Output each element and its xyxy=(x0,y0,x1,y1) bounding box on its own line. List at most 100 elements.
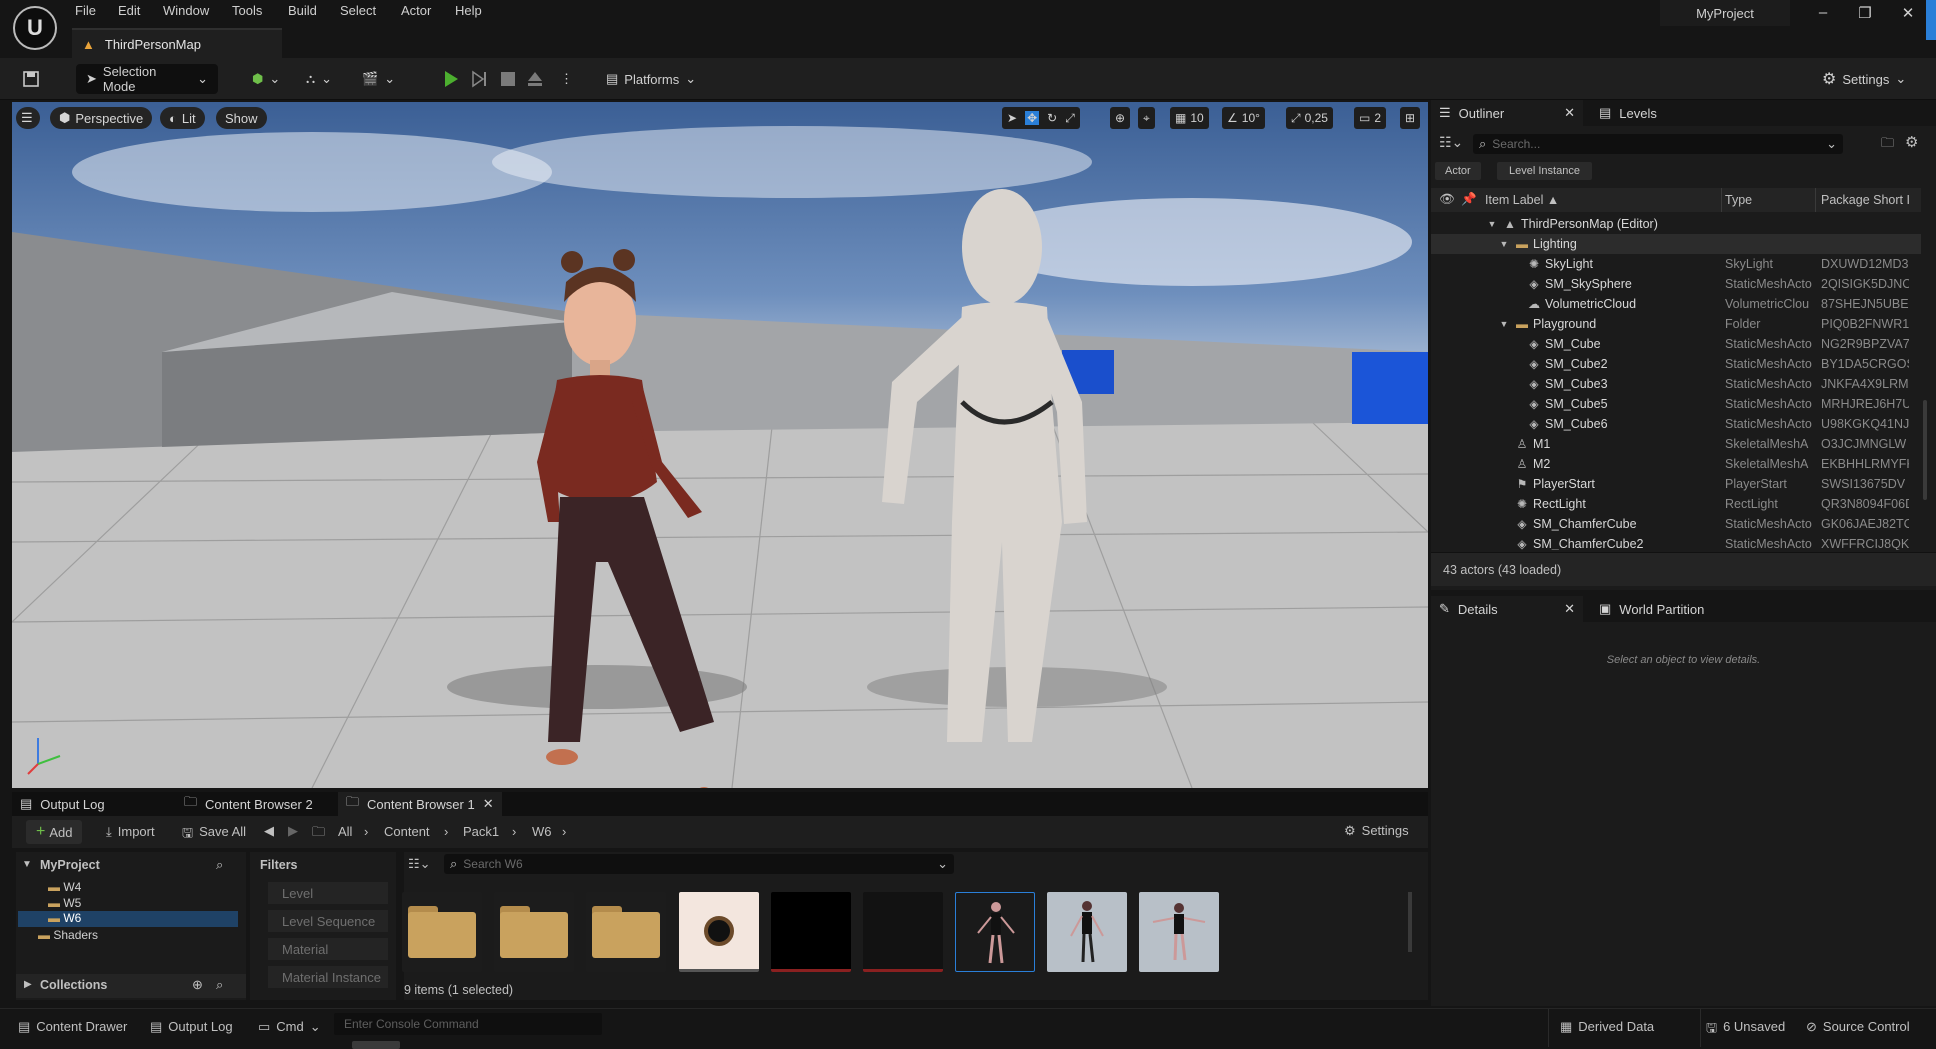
level-viewport[interactable]: ☰ ⬢ Perspective ◐ Lit Show ➤ ✥ ↻ ⤢ ⊕ ⌖ ▦ 10… xyxy=(12,102,1428,788)
animation-thumbnail[interactable] xyxy=(1047,892,1127,972)
tree-item-shaders[interactable]: ▬ Shaders xyxy=(38,928,98,942)
material-thumbnail[interactable] xyxy=(771,892,851,972)
unreal-logo-icon[interactable]: U xyxy=(13,6,57,50)
selection-mode-dropdown[interactable]: ➤ Selection Mode ⌄ xyxy=(76,64,218,94)
forward-icon[interactable]: ▶ xyxy=(288,823,298,839)
column-package[interactable]: Package Short I xyxy=(1821,193,1910,207)
outliner-row[interactable]: ♙ M2 SkeletalMeshA EKBHHLRMYFK xyxy=(1431,454,1921,474)
outliner-row[interactable]: ◈ SM_ChamferCube2 StaticMeshActo XWFFRCIJ8Q… xyxy=(1431,534,1921,550)
minimize-button[interactable]: – xyxy=(1808,4,1838,28)
output-log-button[interactable]: ▤ Output Log xyxy=(150,1019,233,1035)
breadcrumb-pack1[interactable]: Pack1 xyxy=(463,824,499,839)
move-tool-icon[interactable]: ✥ xyxy=(1025,111,1040,125)
world-partition-tab[interactable]: ▣ World Partition xyxy=(1591,596,1712,622)
source-control-button[interactable]: ⊘ Source Control xyxy=(1806,1019,1910,1035)
content-browser-1-tab[interactable]: 🗀 Content Browser 1 ✕ xyxy=(338,792,502,816)
menu-edit[interactable]: Edit xyxy=(118,3,140,21)
column-type[interactable]: Type xyxy=(1725,193,1752,207)
menu-tools[interactable]: Tools xyxy=(232,3,262,21)
back-icon[interactable]: ◀ xyxy=(264,823,274,839)
unsaved-button[interactable]: 🖫 6 Unsaved xyxy=(1706,1019,1785,1041)
outliner-row[interactable]: ⚑ PlayerStart PlayerStart SWSI13675DV xyxy=(1431,474,1921,494)
gear-icon[interactable]: ⚙ xyxy=(1905,133,1918,151)
search-icon[interactable]: ⌕ xyxy=(216,857,223,873)
content-browser-2-tab[interactable]: 🗀 Content Browser 2 xyxy=(176,792,321,816)
menu-actor[interactable]: Actor xyxy=(401,3,431,21)
filter-material[interactable]: Material xyxy=(268,938,388,960)
material-thumbnail[interactable] xyxy=(863,892,943,972)
add-content-button[interactable]: ⬢ ⌄ xyxy=(252,64,280,94)
folder-thumbnail[interactable] xyxy=(586,892,666,972)
content-settings-button[interactable]: ⚙ Settings xyxy=(1344,823,1409,839)
close-tab-icon[interactable]: ✕ xyxy=(1564,105,1575,121)
lit-button[interactable]: ◐ Lit xyxy=(160,107,205,129)
menu-build[interactable]: Build xyxy=(288,3,317,21)
search-icon[interactable]: ⌕ xyxy=(216,977,223,993)
viewport-menu-icon[interactable]: ☰ xyxy=(16,107,40,129)
collections-header[interactable]: ▶ Collections ⊕ ⌕ xyxy=(16,974,246,998)
tree-item-w6[interactable]: ▬ W6 xyxy=(18,911,238,927)
filter-chip-actor[interactable]: Actor xyxy=(1435,162,1481,180)
outliner-row[interactable]: ◈ SM_Cube2 StaticMeshActo BY1DA5CRGOS xyxy=(1431,354,1921,374)
camera-speed-button[interactable]: ▭ 2 xyxy=(1354,107,1387,129)
content-drawer-button[interactable]: ▤ Content Drawer xyxy=(18,1019,127,1035)
add-button[interactable]: + Add xyxy=(26,820,83,844)
outliner-row[interactable]: ◈ SM_Cube5 StaticMeshActo MRHJREJ6H7U xyxy=(1431,394,1921,414)
skeletal-mesh-thumbnail-selected[interactable] xyxy=(955,892,1035,972)
viewport-layout-icon[interactable]: ⊞ xyxy=(1400,107,1421,129)
select-tool-icon[interactable]: ➤ xyxy=(1007,111,1017,125)
levels-tab[interactable]: ▤ Levels xyxy=(1591,100,1665,126)
filter-icon[interactable]: ☷⌄ xyxy=(408,856,431,872)
outliner-row[interactable]: ◈ SM_ChamferCube StaticMeshActo GK06JAEJ82T… xyxy=(1431,514,1921,534)
asset-scrollbar[interactable] xyxy=(1408,892,1412,952)
filter-material-instance[interactable]: Material Instance xyxy=(268,966,388,988)
outliner-row[interactable]: ♙ M1 SkeletalMeshA O3JCJMNGLW xyxy=(1431,434,1921,454)
surface-snap-icon[interactable]: ⌖ xyxy=(1138,107,1155,129)
tree-root[interactable]: MyProject xyxy=(40,858,100,872)
perspective-button[interactable]: ⬢ Perspective xyxy=(50,107,153,129)
menu-window[interactable]: Window xyxy=(163,3,209,21)
cmd-dropdown[interactable]: ▭ Cmd ⌄ xyxy=(258,1019,321,1035)
menu-select[interactable]: Select xyxy=(340,3,376,21)
breadcrumb-w6[interactable]: W6 xyxy=(532,824,552,839)
play-button[interactable] xyxy=(442,64,460,94)
outliner-tab[interactable]: ☰ Outliner ✕ xyxy=(1431,100,1583,126)
derived-data-button[interactable]: ▦ Derived Data xyxy=(1560,1019,1654,1035)
add-collection-icon[interactable]: ⊕ xyxy=(192,977,203,993)
settings-dropdown[interactable]: ⚙ Settings ⌄ xyxy=(1822,64,1906,94)
maximize-button[interactable]: ❐ xyxy=(1850,4,1880,28)
chevron-down-icon[interactable]: ▼ xyxy=(1497,237,1511,251)
cinematics-button[interactable]: 🎬 ⌄ xyxy=(362,64,395,94)
tree-item-w5[interactable]: ▬ W5 xyxy=(48,896,81,910)
close-window-button[interactable]: ✕ xyxy=(1893,4,1923,28)
filter-level-sequence[interactable]: Level Sequence xyxy=(268,910,388,932)
outliner-row[interactable]: ◈ SM_Cube StaticMeshActo NG2R9BPZVA7 xyxy=(1431,334,1921,354)
visibility-icon[interactable]: 👁 xyxy=(1439,192,1455,207)
details-tab[interactable]: ✎ Details ✕ xyxy=(1431,596,1583,622)
breadcrumb-content[interactable]: Content xyxy=(384,824,430,839)
show-button[interactable]: Show xyxy=(216,107,267,129)
asset-search-input[interactable]: ⌕ Search W6 ⌄ xyxy=(444,854,954,874)
filter-level[interactable]: Level xyxy=(268,882,388,904)
grid-snap-toggle[interactable]: ▦ 10 xyxy=(1170,107,1209,129)
platforms-dropdown[interactable]: ▤ Platforms ⌄ xyxy=(606,64,696,94)
filter-chip-level-instance[interactable]: Level Instance xyxy=(1497,162,1592,180)
outliner-row[interactable]: ▼ ▬ Lighting xyxy=(1431,234,1921,254)
chevron-down-icon[interactable]: ▼ xyxy=(1485,217,1499,231)
folder-thumbnail[interactable] xyxy=(494,892,574,972)
outliner-row[interactable]: ☁ VolumetricCloud VolumetricClou 87SHEJN5UB… xyxy=(1431,294,1921,314)
outliner-row[interactable]: ◈ SM_Cube6 StaticMeshActo U98KGKQ41NJ xyxy=(1431,414,1921,434)
import-button[interactable]: ⤓ Import xyxy=(106,824,155,840)
chevron-down-icon[interactable]: ▼ xyxy=(22,859,32,870)
outliner-search-input[interactable]: ⌕ Search... ⌄ xyxy=(1473,134,1843,154)
close-tab-icon[interactable]: ✕ xyxy=(483,796,494,812)
menu-file[interactable]: File xyxy=(75,3,96,21)
save-icon[interactable] xyxy=(22,64,40,94)
stop-button[interactable] xyxy=(500,64,516,94)
menu-help[interactable]: Help xyxy=(455,3,482,21)
outliner-row[interactable]: ▼ ▬ Playground Folder PIQ0B2FNWR1 xyxy=(1431,314,1921,334)
filter-icon[interactable]: ☷⌄ xyxy=(1439,134,1463,151)
console-input[interactable]: Enter Console Command xyxy=(334,1013,602,1035)
scale-tool-icon[interactable]: ⤢ xyxy=(1065,111,1075,126)
outliner-row[interactable]: ✺ SkyLight SkyLight DXUWD12MD3 xyxy=(1431,254,1921,274)
